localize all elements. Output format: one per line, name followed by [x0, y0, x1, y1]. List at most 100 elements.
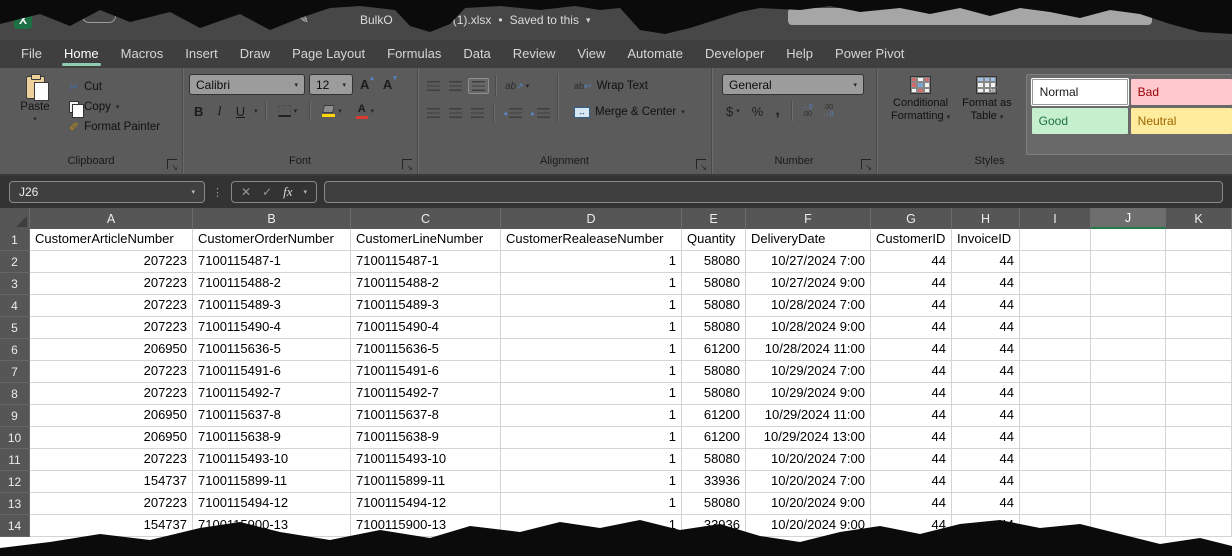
cell-J10[interactable] [1091, 427, 1166, 449]
cell-G1[interactable]: CustomerID [871, 229, 952, 251]
font-dialog-launcher[interactable]: ↘ [402, 159, 412, 169]
cell-G10[interactable]: 44 [871, 427, 952, 449]
cell-I11[interactable] [1020, 449, 1091, 471]
font-size-combo[interactable]: 12 ▾ [309, 74, 353, 95]
cell-A12[interactable]: 154737 [30, 471, 193, 493]
column-header-H[interactable]: H [952, 208, 1020, 229]
select-all-corner[interactable] [0, 208, 30, 229]
cell-I9[interactable] [1020, 405, 1091, 427]
column-header-K[interactable]: K [1166, 208, 1232, 229]
cut-button[interactable]: ✂ Cut [66, 77, 163, 97]
cell-C8[interactable]: 7100115492-7 [351, 383, 501, 405]
cell-E12[interactable]: 33936 [682, 471, 746, 493]
cell-B8[interactable]: 7100115492-7 [193, 383, 351, 405]
cell-G12[interactable]: 44 [871, 471, 952, 493]
cell-F3[interactable]: 10/27/2024 9:00 [746, 273, 871, 295]
cell-style-neutral[interactable]: Neutral [1131, 108, 1232, 134]
cell-J8[interactable] [1091, 383, 1166, 405]
cell-K9[interactable] [1166, 405, 1232, 427]
cell-F7[interactable]: 10/29/2024 7:00 [746, 361, 871, 383]
cell-D13[interactable]: 1 [501, 493, 682, 515]
cell-E3[interactable]: 58080 [682, 273, 746, 295]
formula-input[interactable] [324, 181, 1223, 203]
conditional-formatting-button[interactable]: Conditional Formatting ▾ [885, 74, 956, 155]
cell-A6[interactable]: 206950 [30, 339, 193, 361]
align-top-button[interactable] [424, 79, 443, 93]
cell-J12[interactable] [1091, 471, 1166, 493]
increase-font-size-button[interactable]: A▴ [357, 77, 376, 92]
cell-H1[interactable]: InvoiceID [952, 229, 1020, 251]
cell-A3[interactable]: 207223 [30, 273, 193, 295]
cell-D10[interactable]: 1 [501, 427, 682, 449]
cell-B2[interactable]: 7100115487-1 [193, 251, 351, 273]
cell-E13[interactable]: 58080 [682, 493, 746, 515]
cell-K8[interactable] [1166, 383, 1232, 405]
cell-H12[interactable]: 44 [952, 471, 1020, 493]
cell-J3[interactable] [1091, 273, 1166, 295]
cell-I10[interactable] [1020, 427, 1091, 449]
cell-J14[interactable] [1091, 515, 1166, 537]
cell-E14[interactable]: 33936 [682, 515, 746, 537]
cell-G14[interactable]: 44 [871, 515, 952, 537]
cell-B10[interactable]: 7100115638-9 [193, 427, 351, 449]
cell-E11[interactable]: 58080 [682, 449, 746, 471]
cell-C10[interactable]: 7100115638-9 [351, 427, 501, 449]
cell-H10[interactable]: 44 [952, 427, 1020, 449]
column-header-G[interactable]: G [871, 208, 952, 229]
cell-B9[interactable]: 7100115637-8 [193, 405, 351, 427]
insert-function-button[interactable]: fx [283, 184, 292, 200]
cell-E9[interactable]: 61200 [682, 405, 746, 427]
cell-K11[interactable] [1166, 449, 1232, 471]
cell-J2[interactable] [1091, 251, 1166, 273]
cell-A2[interactable]: 207223 [30, 251, 193, 273]
comma-style-button[interactable]: , [771, 106, 783, 116]
cell-I6[interactable] [1020, 339, 1091, 361]
cell-B14[interactable]: 7100115900-13 [193, 515, 351, 537]
cell-style-normal[interactable]: Normal [1032, 79, 1128, 105]
name-box[interactable]: J26 ▾ [9, 181, 205, 203]
cell-J6[interactable] [1091, 339, 1166, 361]
cell-style-bad[interactable]: Bad [1131, 79, 1232, 105]
cell-K14[interactable] [1166, 515, 1232, 537]
cell-G2[interactable]: 44 [871, 251, 952, 273]
cell-H13[interactable]: 44 [952, 493, 1020, 515]
increase-decimal-button[interactable]: ←0.00 [799, 104, 816, 118]
row-header-9[interactable]: 9 [0, 405, 30, 427]
column-header-E[interactable]: E [682, 208, 746, 229]
cell-B1[interactable]: CustomerOrderNumber [193, 229, 351, 251]
cell-K6[interactable] [1166, 339, 1232, 361]
cell-A14[interactable]: 154737 [30, 515, 193, 537]
align-middle-button[interactable] [446, 79, 465, 93]
format-as-table-button[interactable]: ✐ Format as Table ▾ [956, 74, 1018, 155]
cell-C13[interactable]: 7100115494-12 [351, 493, 501, 515]
decrease-decimal-button[interactable]: .00→0 [820, 104, 837, 118]
cell-B12[interactable]: 7100115899-11 [193, 471, 351, 493]
cell-B5[interactable]: 7100115490-4 [193, 317, 351, 339]
align-right-button[interactable] [468, 106, 487, 120]
column-header-D[interactable]: D [501, 208, 682, 229]
cell-C2[interactable]: 7100115487-1 [351, 251, 501, 273]
cell-J11[interactable] [1091, 449, 1166, 471]
cell-I2[interactable] [1020, 251, 1091, 273]
tab-review[interactable]: Review [502, 40, 567, 68]
cell-D8[interactable]: 1 [501, 383, 682, 405]
cell-E8[interactable]: 58080 [682, 383, 746, 405]
row-header-7[interactable]: 7 [0, 361, 30, 383]
clipboard-dialog-launcher[interactable]: ↘ [167, 159, 177, 169]
cell-D3[interactable]: 1 [501, 273, 682, 295]
cell-E10[interactable]: 61200 [682, 427, 746, 449]
cell-G11[interactable]: 44 [871, 449, 952, 471]
cell-A8[interactable]: 207223 [30, 383, 193, 405]
cell-F8[interactable]: 10/29/2024 9:00 [746, 383, 871, 405]
cell-H7[interactable]: 44 [952, 361, 1020, 383]
cell-A1[interactable]: CustomerArticleNumber [30, 229, 193, 251]
currency-button[interactable]: $▾ [722, 104, 744, 119]
cell-A4[interactable]: 207223 [30, 295, 193, 317]
cell-H11[interactable]: 44 [952, 449, 1020, 471]
cell-E1[interactable]: Quantity [682, 229, 746, 251]
column-header-J[interactable]: J [1091, 208, 1166, 229]
percent-button[interactable]: % [748, 104, 768, 119]
row-header-5[interactable]: 5 [0, 317, 30, 339]
cell-G3[interactable]: 44 [871, 273, 952, 295]
cell-K13[interactable] [1166, 493, 1232, 515]
